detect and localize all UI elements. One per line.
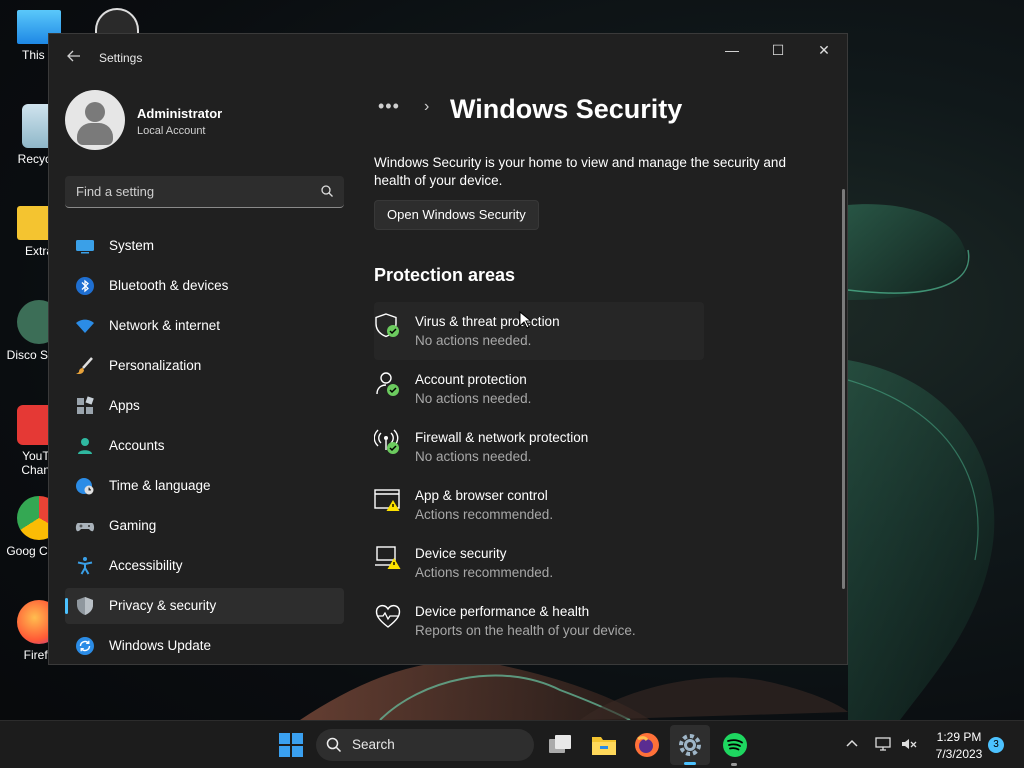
settings-taskbar-active[interactable] <box>670 725 710 765</box>
mouse-cursor-icon <box>519 311 531 329</box>
file-explorer-icon[interactable] <box>590 731 618 759</box>
gamepad-icon <box>75 523 95 532</box>
chevron-up-icon[interactable] <box>843 735 861 753</box>
app-title: Settings <box>99 51 143 65</box>
settings-window: Settings — ☐ ✕ Administrator Local Accou… <box>48 33 848 665</box>
firewall-icon <box>374 429 399 454</box>
back-button[interactable] <box>63 48 85 70</box>
area-firewall[interactable]: Firewall & network protection No actions… <box>374 418 704 476</box>
minimize-button[interactable]: — <box>709 34 755 66</box>
clock-date[interactable]: 7/3/2023 <box>925 747 993 761</box>
app-browser-icon <box>374 489 400 511</box>
area-status: No actions needed. <box>415 391 532 406</box>
taskbar-search[interactable]: Search <box>316 729 534 761</box>
speaker-muted-icon[interactable] <box>900 735 918 753</box>
task-view-icon[interactable] <box>546 731 574 759</box>
area-status: No actions needed. <box>415 449 532 464</box>
person-icon <box>78 438 92 454</box>
area-title: Device performance & health <box>415 604 590 619</box>
breadcrumb-separator-icon: › <box>424 98 430 115</box>
area-title: Device security <box>415 546 507 561</box>
notification-badge[interactable]: 3 <box>988 737 1004 753</box>
accessibility-icon <box>77 557 93 575</box>
avatar <box>65 90 125 150</box>
sidebar-item-network[interactable]: Network & internet <box>65 308 344 344</box>
sidebar: Administrator Local Account System Bluet… <box>49 82 359 664</box>
sidebar-item-time-language[interactable]: Time & language <box>65 468 344 504</box>
sidebar-item-windows-update[interactable]: Windows Update <box>65 628 344 664</box>
account-type: Local Account <box>137 125 206 137</box>
search-input[interactable] <box>65 176 310 207</box>
network-icon[interactable] <box>874 735 892 753</box>
monitor-icon <box>76 240 94 254</box>
apps-icon <box>77 396 94 414</box>
page-title: Windows Security <box>450 94 683 124</box>
page-description: Windows Security is your home to view an… <box>374 155 786 188</box>
shield-icon <box>77 597 93 615</box>
search-icon <box>321 185 333 197</box>
area-status: Actions recommended. <box>415 565 554 580</box>
main-content: ••• › Windows Security Windows Security … <box>374 82 847 664</box>
virus-shield-icon <box>375 313 399 338</box>
area-status: Actions recommended. <box>415 507 554 522</box>
taskbar: Search 1:29 PM 7/3/2023 3 <box>0 720 1024 768</box>
protection-areas-list: Virus & threat protection No actions nee… <box>374 302 704 650</box>
area-account-protection[interactable]: Account protection No actions needed. <box>374 360 704 418</box>
area-virus-threat[interactable]: Virus & threat protection No actions nee… <box>374 302 704 360</box>
area-title: Firewall & network protection <box>415 430 589 445</box>
globe-clock-icon <box>76 478 94 495</box>
area-status: No actions needed. <box>415 333 532 348</box>
gear-icon <box>679 734 701 756</box>
area-title: App & browser control <box>415 488 548 503</box>
open-windows-security-button[interactable]: Open Windows Security <box>374 200 539 230</box>
brush-icon <box>76 357 93 375</box>
scrollbar[interactable] <box>842 189 845 589</box>
maximize-button[interactable]: ☐ <box>755 34 801 66</box>
sidebar-nav: System Bluetooth & devices Network & int… <box>65 228 344 664</box>
running-indicator <box>731 763 737 766</box>
taskbar-search-label: Search <box>352 737 395 752</box>
sidebar-item-system[interactable]: System <box>65 228 344 264</box>
title-bar: Settings — ☐ ✕ <box>49 34 847 82</box>
sidebar-item-bluetooth[interactable]: Bluetooth & devices <box>65 268 344 304</box>
heart-icon <box>375 604 401 628</box>
area-title: Virus & threat protection <box>415 314 560 329</box>
close-button[interactable]: ✕ <box>801 34 847 66</box>
wifi-icon <box>76 319 94 333</box>
area-app-browser[interactable]: App & browser control Actions recommende… <box>374 476 704 534</box>
sidebar-item-apps[interactable]: Apps <box>65 388 344 424</box>
area-title: Account protection <box>415 372 527 387</box>
sidebar-item-privacy-security[interactable]: Privacy & security <box>65 588 344 624</box>
spotify-icon[interactable] <box>721 731 749 759</box>
sidebar-item-accounts[interactable]: Accounts <box>65 428 344 464</box>
start-button-windows-icon[interactable] <box>277 731 305 759</box>
back-arrow-icon <box>67 50 80 62</box>
breadcrumb-overflow[interactable]: ••• <box>378 96 400 117</box>
bluetooth-icon <box>76 277 94 295</box>
update-icon <box>76 637 94 655</box>
obs-icon[interactable] <box>95 8 139 34</box>
area-status: Reports on the health of your device. <box>415 623 636 638</box>
section-title: Protection areas <box>374 265 516 285</box>
sidebar-item-personalization[interactable]: Personalization <box>65 348 344 384</box>
user-name: Administrator <box>137 106 223 121</box>
search-icon <box>326 737 342 753</box>
area-device-performance[interactable]: Device performance & health Reports on t… <box>374 592 704 650</box>
device-security-icon <box>375 546 401 569</box>
account-protection-icon <box>376 372 399 396</box>
clock-time[interactable]: 1:29 PM <box>925 730 993 744</box>
find-setting-search <box>65 176 344 208</box>
user-profile[interactable]: Administrator Local Account <box>65 90 345 152</box>
area-device-security[interactable]: Device security Actions recommended. <box>374 534 704 592</box>
sidebar-item-accessibility[interactable]: Accessibility <box>65 548 344 584</box>
sidebar-item-gaming[interactable]: Gaming <box>65 508 344 544</box>
firefox-icon[interactable] <box>633 731 661 759</box>
